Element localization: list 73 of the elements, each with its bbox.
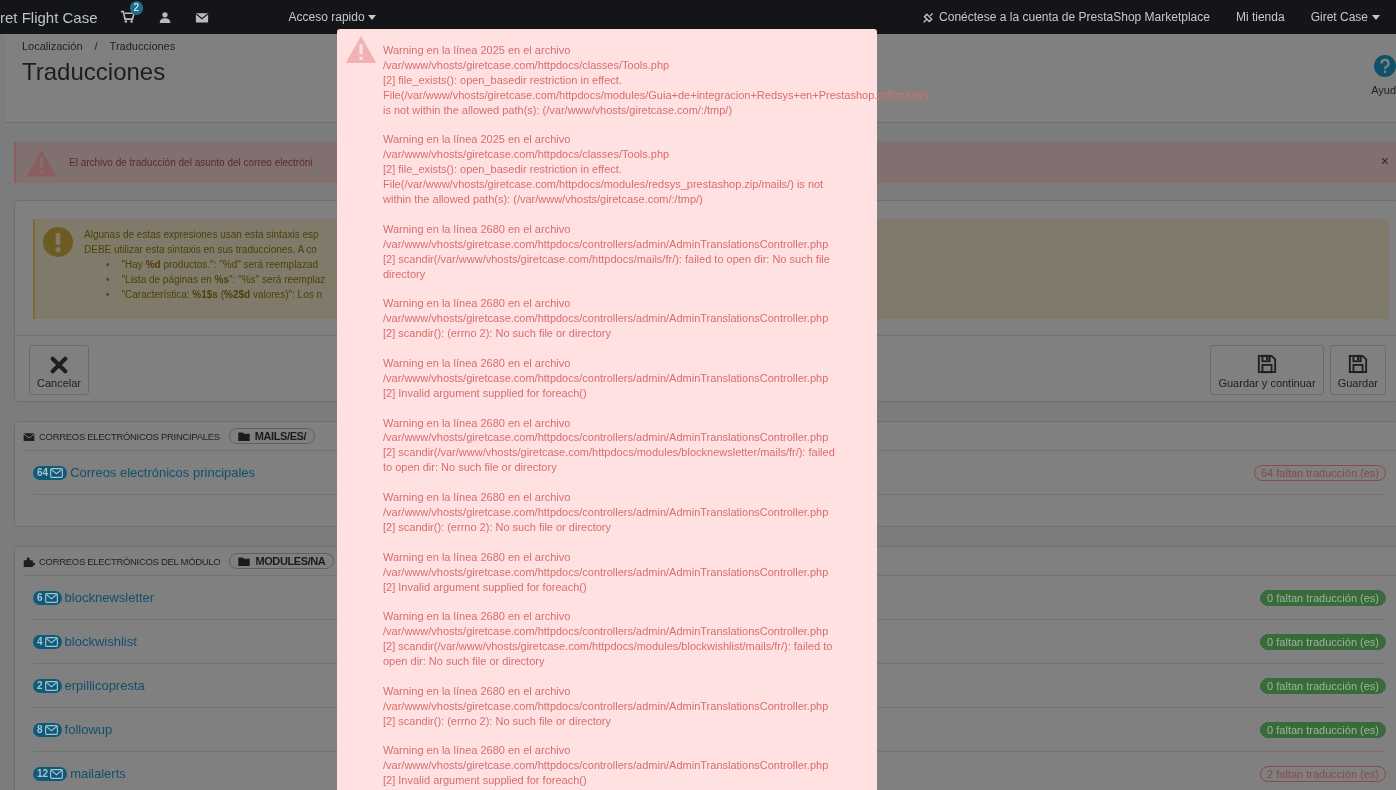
module-link[interactable]: mailalerts <box>70 766 126 781</box>
mail-count-badge: 12 <box>33 766 68 781</box>
module-link[interactable]: Correos electrónicos principales <box>70 465 256 480</box>
missing-translations-badge: 0 faltan traducción (es) <box>1260 677 1386 694</box>
section-title: CORREOS ELECTRÓNICOS DEL MÓDULO <box>39 555 221 567</box>
close-icon <box>50 356 68 374</box>
marketplace-link[interactable]: Conéctese a la cuenta de PrestaShop Marketplace <box>922 10 1210 24</box>
quick-access-menu[interactable]: Acceso rapido <box>288 10 376 24</box>
missing-translations-badge: 0 faltan traducción (es) <box>1260 721 1386 738</box>
syntax-example: "Hay %d productos.": "%d" será reemplazad <box>121 259 319 270</box>
envelope-icon <box>44 680 58 691</box>
user-icon <box>158 11 171 23</box>
breadcrumb-link[interactable]: Traducciones <box>109 40 176 52</box>
syntax-example: "Característica: %1$s (%2$d valores)": Los n <box>121 289 323 300</box>
warning-message: Warning en la línea 2680 en el archivo /var/www/vhosts/giretcase.com/httpdocs/controllers/admin/AdminTranslationsController.php [2] scandir(/var/www/vhosts/giretcase.com/httpdocs/mails/fr/): failed to open dir: No such file directory <box>383 221 831 282</box>
missing-translations-badge: 0 faltan traducción (es) <box>1260 589 1386 606</box>
mail-count-badge: 2 <box>33 678 62 693</box>
envelope-icon <box>44 724 58 735</box>
warning-message: Warning en la línea 2680 en el archivo /var/www/vhosts/giretcase.com/httpdocs/controllers/admin/AdminTranslationsController.php [2] Invalid argument supplied for foreach() <box>383 743 830 789</box>
warning-message: Warning en la línea 2025 en el archivo /var/www/vhosts/giretcase.com/httpdocs/classes/Tools.php [2] file_exists(): open_basedir restriction in effect. File(/var/www/vhosts/giretcase.com/httpdocs/modules/redsys_prestashop.zip/mails/) is not within the allowed path(s): (/var/www/vhosts/giretcase.com/:/tmp/) <box>383 132 825 207</box>
page-title: Traducciones <box>22 58 166 86</box>
warning-message: Warning en la línea 2680 en el archivo /var/www/vhosts/giretcase.com/httpdocs/controllers/admin/AdminTranslationsController.php [2] scandir(/var/www/vhosts/giretcase.com/httpdocs/modules/blocknewsletter/mails/fr/): failed to open dir: No such file or directory <box>383 415 836 476</box>
caret-icon <box>1372 14 1380 20</box>
warning-text: Algunas de estas expresiones usan esta sintaxis esp <box>84 228 320 242</box>
exclamation-icon <box>43 227 73 257</box>
folder-icon <box>237 431 250 441</box>
section-title: CORREOS ELECTRÓNICOS PRINCIPALES <box>39 430 220 442</box>
module-link[interactable]: followup <box>64 722 113 737</box>
warning-message: Warning en la línea 2680 en el archivo /var/www/vhosts/giretcase.com/httpdocs/controllers/admin/AdminTranslationsController.php [2] Invalid argument supplied for foreach() <box>383 355 830 401</box>
cancel-button[interactable]: Cancelar <box>29 345 90 395</box>
mail-count-badge: 64 <box>33 465 68 480</box>
user-menu[interactable]: Giret Case <box>1310 10 1380 24</box>
warning-message: Warning en la línea 2680 en el archivo /var/www/vhosts/giretcase.com/httpdocs/controllers/admin/AdminTranslationsController.php [2] scandir(/var/www/vhosts/giretcase.com/httpdocs/modules/blockwishlist/mails/fr/): failed to open dir: No such file or directory <box>383 609 834 669</box>
save-button[interactable]: Guardar <box>1329 345 1386 395</box>
envelope-icon <box>50 768 64 779</box>
module-link[interactable]: erpillicopresta <box>64 678 145 693</box>
envelope-icon <box>23 431 35 441</box>
missing-translations-badge: 0 faltan traducción (es) <box>1260 633 1386 650</box>
bullet-mark: • <box>106 274 110 285</box>
envelope-icon <box>44 636 58 647</box>
envelope-icon <box>44 592 58 603</box>
mail-count-badge: 6 <box>33 590 62 605</box>
bullet-mark: • <box>106 289 110 300</box>
save-button[interactable]: Guardar y continuar <box>1210 345 1324 395</box>
cart-count-badge: 2 <box>129 1 144 15</box>
alert-message: El archivo de traducción del asunto del correo electróni <box>69 157 313 168</box>
module-link[interactable]: blockwishlist <box>64 634 137 649</box>
close-button[interactable]: × <box>1380 153 1389 169</box>
warning-message: Warning en la línea 2680 en el archivo /var/www/vhosts/giretcase.com/httpdocs/controllers/admin/AdminTranslationsController.php [2] scandir(): (errno 2): No such file or directory <box>383 490 830 535</box>
mail-count-badge: 4 <box>33 634 62 649</box>
warning-message: Warning en la línea 2680 en el archivo /var/www/vhosts/giretcase.com/httpdocs/controllers/admin/AdminTranslationsController.php [2] scandir(): (errno 2): No such file or directory <box>383 296 830 342</box>
floppy-icon <box>1347 354 1368 374</box>
warning-text: DEBE utilizar esta sintaxis en sus traducciones. A co <box>84 243 318 257</box>
store-link[interactable]: Mi tienda <box>1235 10 1285 24</box>
puzzle-icon <box>23 555 35 567</box>
help-button[interactable]: Ayud <box>1371 55 1396 96</box>
caret-icon <box>367 14 376 20</box>
plug-icon <box>922 10 936 24</box>
folder-icon <box>238 556 251 566</box>
envelope-icon <box>50 467 64 478</box>
breadcrumb-link[interactable]: Localización <box>22 40 83 52</box>
breadcrumb-separator: / <box>94 40 98 52</box>
shop-name[interactable]: ret Flight Case <box>0 8 98 26</box>
bullet-mark: • <box>106 259 110 270</box>
warning-message: Warning en la línea 2680 en el archivo /var/www/vhosts/giretcase.com/httpdocs/controllers/admin/AdminTranslationsController.php [2] scandir(): (errno 2): No such file or directory <box>383 683 830 729</box>
warning-message: Warning en la línea 2680 en el archivo /var/www/vhosts/giretcase.com/httpdocs/controllers/admin/AdminTranslationsController.php [2] Invalid argument supplied for foreach() <box>383 549 830 595</box>
floppy-icon <box>1257 354 1278 374</box>
mail-icon <box>194 10 209 24</box>
syntax-example: "Lista de páginas en %s": "%s" será reemplaz <box>121 274 326 285</box>
cart-icon <box>119 10 135 24</box>
warning-icon <box>345 35 377 64</box>
mail-count-badge: 8 <box>33 722 62 737</box>
module-link[interactable]: blocknewsletter <box>64 590 155 605</box>
